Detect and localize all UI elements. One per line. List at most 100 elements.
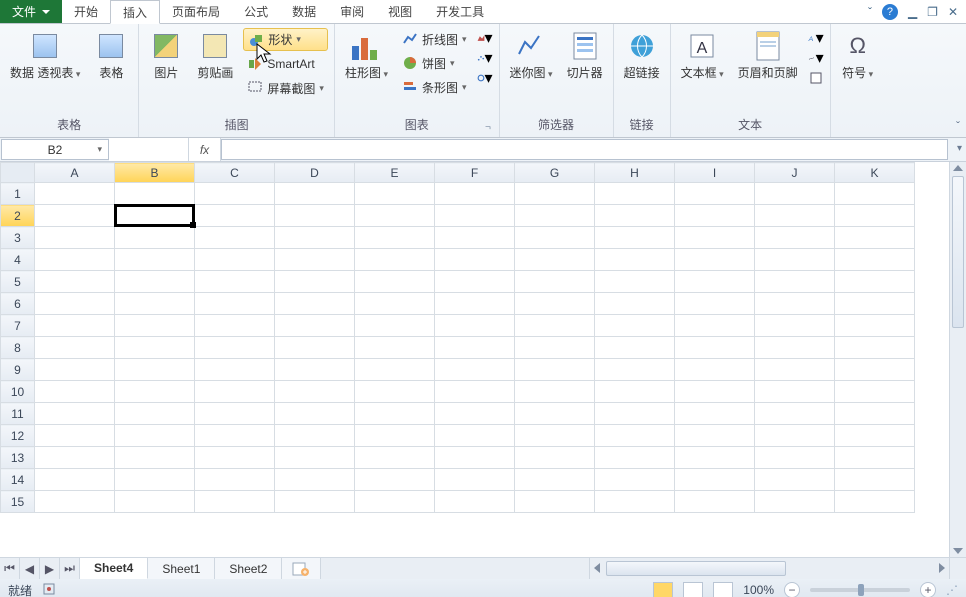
cell[interactable] [195,227,275,249]
cell[interactable] [35,381,115,403]
cell[interactable] [675,205,755,227]
cell[interactable] [515,359,595,381]
shapes-button[interactable]: 形状 [243,28,328,51]
row-header[interactable]: 9 [1,359,35,381]
cell[interactable] [755,315,835,337]
cell[interactable] [115,205,195,227]
cell[interactable] [195,337,275,359]
vertical-scroll-thumb[interactable] [952,176,964,328]
cell[interactable] [435,381,515,403]
screenshot-button[interactable]: 屏幕截图 [243,77,328,99]
cell[interactable] [115,227,195,249]
cell[interactable] [755,249,835,271]
cell[interactable] [435,469,515,491]
cell[interactable] [115,403,195,425]
cell[interactable] [275,227,355,249]
row-header[interactable]: 14 [1,469,35,491]
cell[interactable] [115,491,195,513]
cell[interactable] [435,491,515,513]
cell[interactable] [515,205,595,227]
cell[interactable] [755,227,835,249]
cell[interactable] [115,447,195,469]
cell[interactable] [595,293,675,315]
row-header[interactable]: 5 [1,271,35,293]
cell[interactable] [435,315,515,337]
cell[interactable] [595,425,675,447]
clipart-button[interactable]: 剪贴画 [193,28,237,82]
column-chart-button[interactable]: 柱形图 [341,28,392,83]
cell[interactable] [355,491,435,513]
cell[interactable] [275,337,355,359]
cell[interactable] [675,491,755,513]
cell[interactable] [115,183,195,205]
cell[interactable] [355,227,435,249]
cell[interactable] [595,205,675,227]
cell[interactable] [515,315,595,337]
symbol-button[interactable]: Ω 符号 [837,28,879,83]
cell[interactable] [35,447,115,469]
ribbon-collapse-icon[interactable]: ˇ [956,119,960,133]
cell[interactable] [755,359,835,381]
row-header[interactable]: 4 [1,249,35,271]
cell[interactable] [755,425,835,447]
cell[interactable] [515,271,595,293]
cell[interactable] [115,425,195,447]
view-page-layout-button[interactable] [683,582,703,597]
sheet-tab[interactable]: Sheet1 [148,558,215,579]
cell[interactable] [35,403,115,425]
cell[interactable] [755,469,835,491]
cell[interactable] [595,403,675,425]
cell[interactable] [675,227,755,249]
cell[interactable] [515,227,595,249]
cell[interactable] [835,337,915,359]
cell[interactable] [835,359,915,381]
cell[interactable] [755,403,835,425]
cell[interactable] [435,425,515,447]
tab-data[interactable]: 数据 [280,0,328,23]
macro-record-icon[interactable] [42,582,56,597]
cell[interactable] [435,183,515,205]
cell[interactable] [115,381,195,403]
cell[interactable] [115,469,195,491]
column-header[interactable]: I [675,163,755,183]
window-minimize-icon[interactable]: ▁ [908,5,917,19]
column-header[interactable]: A [35,163,115,183]
cell[interactable] [435,205,515,227]
cell[interactable] [355,425,435,447]
scatter-chart-icon[interactable]: ▾ [477,50,493,66]
sheet-nav-prev-icon[interactable]: ◀ [20,558,40,579]
cell[interactable] [355,447,435,469]
cell[interactable] [435,271,515,293]
cell[interactable] [355,381,435,403]
cell[interactable] [195,469,275,491]
area-chart-icon[interactable]: ▾ [477,30,493,46]
cell[interactable] [515,425,595,447]
horizontal-scrollbar[interactable] [589,558,949,579]
row-header[interactable]: 2 [1,205,35,227]
cell[interactable] [275,469,355,491]
cell[interactable] [675,249,755,271]
sheet-nav-last-icon[interactable]: ⏭ [60,558,80,579]
cell[interactable] [355,293,435,315]
cell[interactable] [675,425,755,447]
sparkline-button[interactable]: 迷你图 [506,28,557,83]
cell[interactable] [435,403,515,425]
worksheet-grid-viewport[interactable]: ABCDEFGHIJK123456789101112131415 [0,162,949,557]
view-page-break-button[interactable] [713,582,733,597]
cell[interactable] [755,293,835,315]
cell[interactable] [675,271,755,293]
cell[interactable] [435,249,515,271]
tab-developer[interactable]: 开发工具 [424,0,496,23]
cell[interactable] [755,271,835,293]
cell[interactable] [595,491,675,513]
cell[interactable] [675,183,755,205]
sheet-nav-next-icon[interactable]: ▶ [40,558,60,579]
cell[interactable] [195,491,275,513]
cell[interactable] [515,447,595,469]
column-header[interactable]: E [355,163,435,183]
cell[interactable] [355,359,435,381]
cell[interactable] [355,337,435,359]
cell[interactable] [275,359,355,381]
cell[interactable] [515,469,595,491]
view-normal-button[interactable] [653,582,673,597]
